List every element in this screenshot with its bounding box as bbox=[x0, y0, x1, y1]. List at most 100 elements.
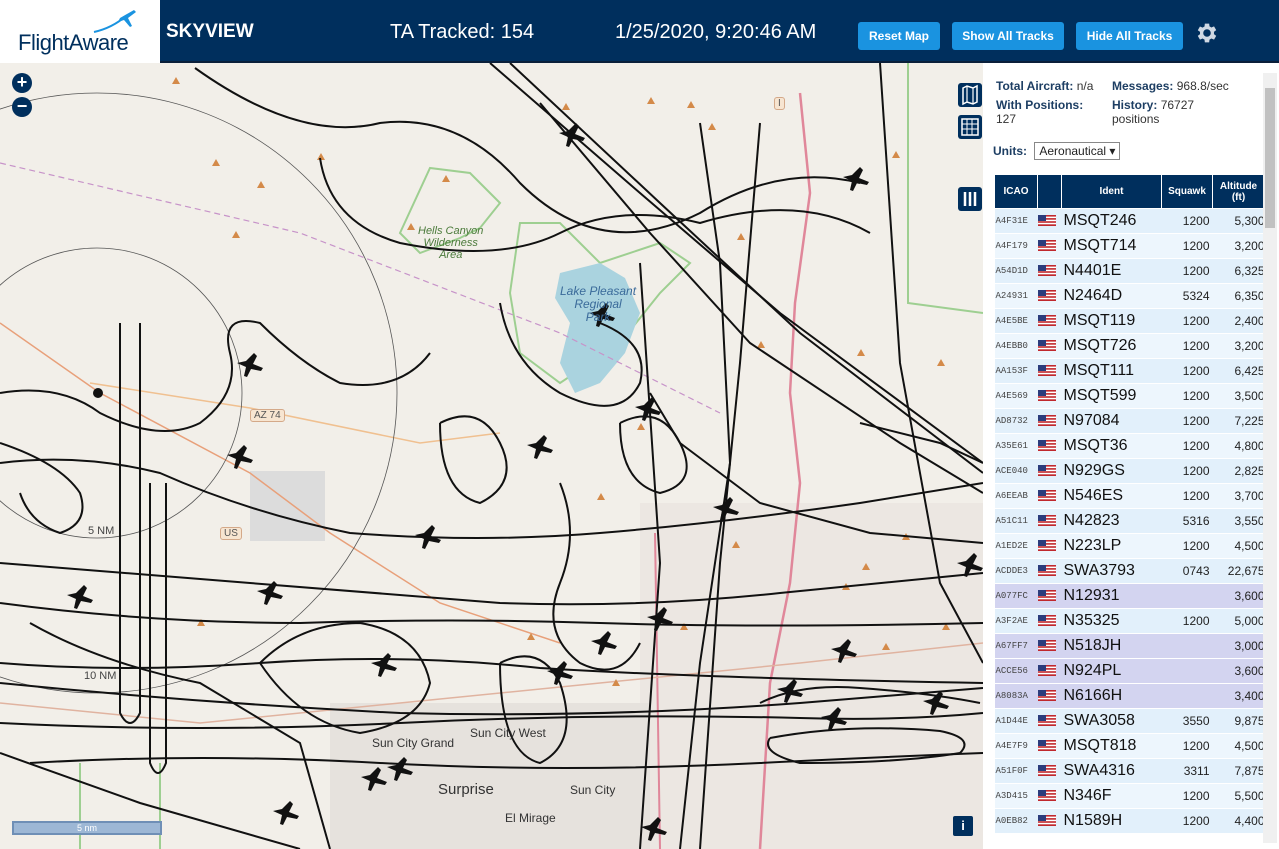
table-row[interactable]: A1ED2E N223LP 1200 4,500 bbox=[994, 533, 1265, 559]
cell-altitude: 3,200 bbox=[1212, 233, 1265, 259]
cell-squawk: 5324 bbox=[1161, 283, 1213, 309]
info-icon[interactable]: i bbox=[953, 816, 973, 836]
cell-squawk bbox=[1161, 658, 1213, 684]
map-canvas[interactable]: Hells Canyon Wilderness Area Lake Pleasa… bbox=[0, 63, 983, 849]
us-flag-icon bbox=[1037, 690, 1056, 702]
table-row[interactable]: A24931 N2464D 5324 6,350 bbox=[994, 283, 1265, 309]
cell-ident: MSQT36 bbox=[1061, 433, 1162, 459]
cell-altitude: 7,875 bbox=[1212, 758, 1265, 784]
scrollbar-thumb[interactable] bbox=[1265, 88, 1275, 228]
cell-flag bbox=[1037, 733, 1062, 759]
cell-flag bbox=[1037, 283, 1062, 309]
us-flag-icon bbox=[1037, 615, 1056, 627]
col-header-flag[interactable] bbox=[1037, 174, 1062, 209]
col-header-ident[interactable]: Ident bbox=[1061, 174, 1162, 209]
current-datetime: 1/25/2020, 9:20:46 AM bbox=[615, 21, 817, 43]
cell-ident: N223LP bbox=[1061, 533, 1162, 559]
table-row[interactable]: A4E569 MSQT599 1200 3,500 bbox=[994, 383, 1265, 409]
table-row[interactable]: A4E7F9 MSQT818 1200 4,500 bbox=[994, 733, 1265, 759]
cell-altitude: 3,600 bbox=[1212, 583, 1265, 609]
table-row[interactable]: A67FF7 N518JH 3,000 bbox=[994, 633, 1265, 659]
cell-icao: A077FC bbox=[994, 583, 1038, 609]
col-header-squawk[interactable]: Squawk bbox=[1161, 174, 1213, 209]
cell-altitude: 22,675 bbox=[1212, 558, 1265, 584]
table-row[interactable]: ACDDE3 SWA3793 0743 22,675 bbox=[994, 558, 1265, 584]
flightaware-logo[interactable]: FlightAware bbox=[0, 0, 160, 63]
zoom-out-button[interactable]: − bbox=[12, 97, 32, 117]
city-label-sun-city-grand: Sun City Grand bbox=[372, 736, 455, 750]
reset-map-button[interactable]: Reset Map bbox=[858, 22, 940, 50]
map-layers-icon[interactable] bbox=[958, 83, 982, 107]
table-row[interactable]: A8083A N6166H 3,400 bbox=[994, 683, 1265, 709]
us-flag-icon bbox=[1037, 465, 1056, 477]
table-row[interactable]: AD8732 N97084 1200 7,225 bbox=[994, 408, 1265, 434]
cell-altitude: 2,825 bbox=[1212, 458, 1265, 484]
cell-altitude: 3,550 bbox=[1212, 508, 1265, 534]
logo-text: FlightAware bbox=[18, 30, 129, 55]
gear-icon[interactable] bbox=[1194, 20, 1220, 46]
cell-icao: A4E7F9 bbox=[994, 733, 1038, 759]
top-bar: FlightAware SKYVIEW TA Tracked: 154 1/25… bbox=[0, 0, 1279, 63]
route-badge-us60: US bbox=[220, 527, 242, 540]
cell-icao: A54D1D bbox=[994, 258, 1038, 284]
table-row[interactable]: A1D44E SWA3058 3550 9,875 bbox=[994, 708, 1265, 734]
table-row[interactable]: A35E61 MSQT36 1200 4,800 bbox=[994, 433, 1265, 459]
grid-overlay-icon[interactable] bbox=[958, 115, 982, 139]
cell-icao: AA153F bbox=[994, 358, 1038, 384]
table-row[interactable]: A54D1D N4401E 1200 6,325 bbox=[994, 258, 1265, 284]
cell-icao: A67FF7 bbox=[994, 633, 1038, 659]
hide-all-tracks-button[interactable]: Hide All Tracks bbox=[1076, 22, 1183, 50]
cell-flag bbox=[1037, 383, 1062, 409]
cell-altitude: 3,200 bbox=[1212, 333, 1265, 359]
table-row[interactable]: ACCE56 N924PL 3,600 bbox=[994, 658, 1265, 684]
cell-flag bbox=[1037, 708, 1062, 734]
cell-ident: N35325 bbox=[1061, 608, 1162, 634]
cell-squawk: 3311 bbox=[1161, 758, 1213, 784]
cell-ident: N929GS bbox=[1061, 458, 1162, 484]
cell-squawk: 1200 bbox=[1161, 533, 1213, 559]
table-row[interactable]: A4E5BE MSQT119 1200 2,400 bbox=[994, 308, 1265, 334]
cell-ident: SWA4316 bbox=[1061, 758, 1162, 784]
cell-altitude: 3,700 bbox=[1212, 483, 1265, 509]
cell-squawk: 1200 bbox=[1161, 333, 1213, 359]
table-row[interactable]: A4EBB0 MSQT726 1200 3,200 bbox=[994, 333, 1265, 359]
table-row[interactable]: A3F2AE N35325 1200 5,000 bbox=[994, 608, 1265, 634]
columns-toggle-icon[interactable] bbox=[958, 187, 982, 211]
cell-icao: A51F0F bbox=[994, 758, 1038, 784]
cell-ident: N1589H bbox=[1061, 808, 1162, 834]
table-row[interactable]: A51C11 N42823 5316 3,550 bbox=[994, 508, 1265, 534]
col-header-altitude[interactable]: Altitude (ft) bbox=[1212, 174, 1265, 209]
show-all-tracks-button[interactable]: Show All Tracks bbox=[952, 22, 1064, 50]
table-row[interactable]: ACE040 N929GS 1200 2,825 bbox=[994, 458, 1265, 484]
us-flag-icon bbox=[1037, 365, 1056, 377]
cell-squawk bbox=[1161, 583, 1213, 609]
cell-altitude: 6,325 bbox=[1212, 258, 1265, 284]
col-header-icao[interactable]: ICAO bbox=[994, 174, 1038, 209]
cell-flag bbox=[1037, 508, 1062, 534]
cell-flag bbox=[1037, 483, 1062, 509]
cell-ident: N2464D bbox=[1061, 283, 1162, 309]
us-flag-icon bbox=[1037, 340, 1056, 352]
table-row[interactable]: A0EB82 N1589H 1200 4,400 bbox=[994, 808, 1265, 834]
table-row[interactable]: AA153F MSQT111 1200 6,425 bbox=[994, 358, 1265, 384]
units-select[interactable]: Aeronautical ▾ bbox=[1034, 142, 1121, 160]
table-row[interactable]: A51F0F SWA4316 3311 7,875 bbox=[994, 758, 1265, 784]
cell-ident: MSQT599 bbox=[1061, 383, 1162, 409]
us-flag-icon bbox=[1037, 815, 1056, 827]
cell-flag bbox=[1037, 208, 1062, 234]
panel-scrollbar[interactable] bbox=[1263, 73, 1277, 843]
cell-icao: AD8732 bbox=[994, 408, 1038, 434]
cell-ident: MSQT714 bbox=[1061, 233, 1162, 259]
cell-flag bbox=[1037, 433, 1062, 459]
zoom-in-button[interactable]: + bbox=[12, 73, 32, 93]
table-row[interactable]: A4F31E MSQT246 1200 5,300 bbox=[994, 208, 1265, 234]
units-row: Units: Aeronautical ▾ bbox=[993, 142, 1121, 160]
cell-icao: ACE040 bbox=[994, 458, 1038, 484]
table-row[interactable]: A3D415 N346F 1200 5,500 bbox=[994, 783, 1265, 809]
table-row[interactable]: A6EEAB N546ES 1200 3,700 bbox=[994, 483, 1265, 509]
table-row[interactable]: A4F179 MSQT714 1200 3,200 bbox=[994, 233, 1265, 259]
cell-squawk: 1200 bbox=[1161, 408, 1213, 434]
cell-altitude: 2,400 bbox=[1212, 308, 1265, 334]
table-row[interactable]: A077FC N12931 3,600 bbox=[994, 583, 1265, 609]
city-label-surprise: Surprise bbox=[438, 781, 494, 798]
